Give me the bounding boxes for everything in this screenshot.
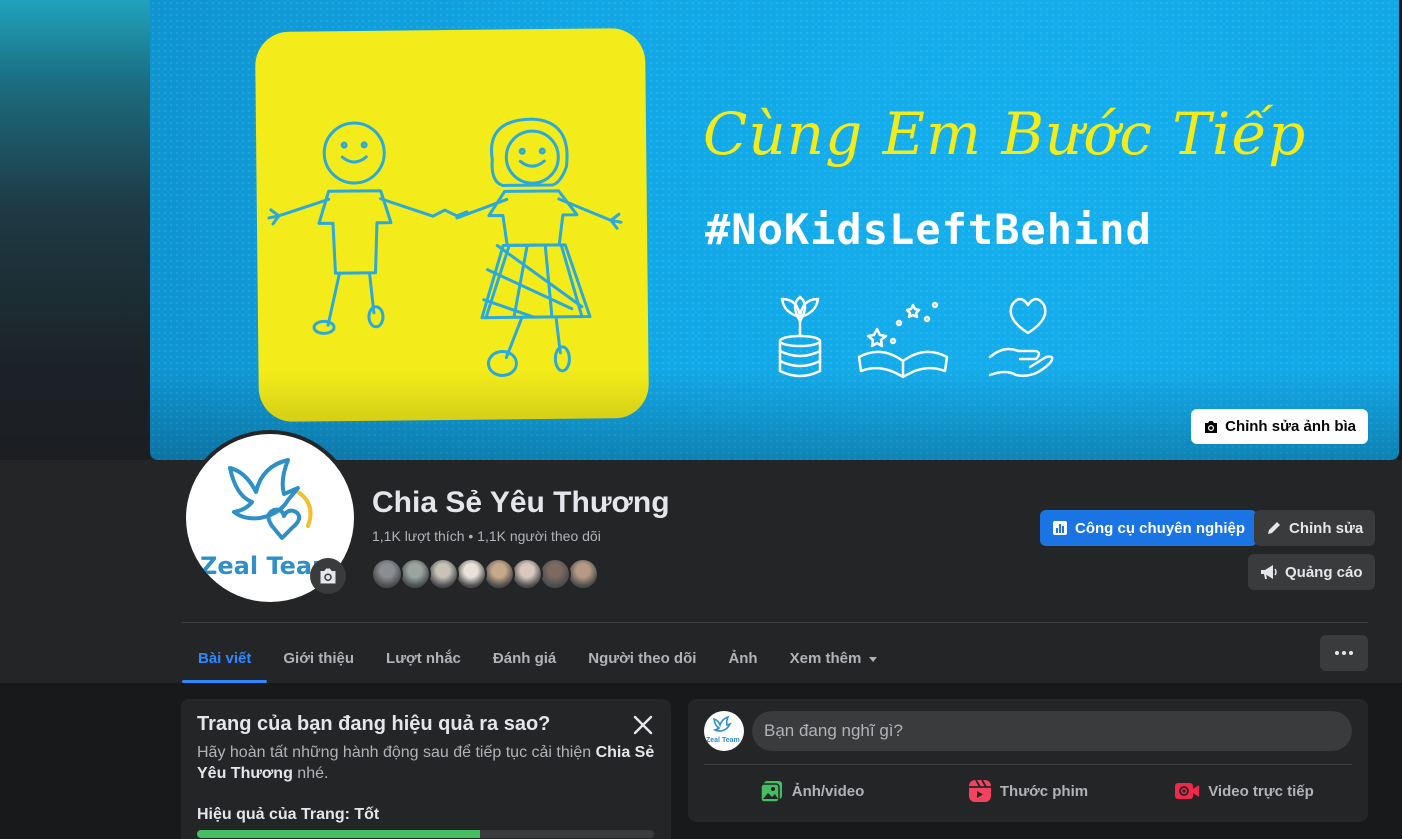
follower-avatar[interactable] bbox=[399, 558, 431, 590]
follower-avatar[interactable] bbox=[371, 558, 403, 590]
edit-cover-photo-label: Chỉnh sửa ảnh bìa bbox=[1225, 418, 1356, 435]
reels-button[interactable]: Thước phim bbox=[920, 771, 1136, 811]
tab-label: Ảnh bbox=[728, 650, 758, 667]
page-tabs: Bài viết Giới thiệu Lượt nhắc Đánh giá Người… bbox=[182, 634, 895, 683]
megaphone-icon bbox=[1261, 565, 1277, 579]
dove-heart-icon bbox=[712, 715, 732, 732]
performance-card-title: Trang của bạn đang hiệu quả ra sao? bbox=[197, 713, 551, 735]
live-video-label: Video trực tiếp bbox=[1208, 782, 1314, 800]
description-suffix: nhé. bbox=[292, 765, 329, 782]
advertise-label: Quảng cáo bbox=[1285, 563, 1363, 581]
tab-3[interactable]: Đánh giá bbox=[477, 634, 572, 683]
cover-hashtag: #NoKidsLeftBehind bbox=[705, 205, 1152, 254]
tab-0[interactable]: Bài viết bbox=[182, 634, 268, 683]
post-composer: Zeal Team Bạn đang nghĩ gì? Ảnh/video Th… bbox=[688, 699, 1368, 822]
page-title: Chia Sẻ Yêu Thương bbox=[372, 486, 670, 519]
whats-on-your-mind-input[interactable]: Bạn đang nghĩ gì? bbox=[752, 711, 1352, 751]
advertise-button[interactable]: Quảng cáo bbox=[1248, 554, 1375, 590]
tab-label: Bài viết bbox=[198, 650, 252, 667]
live-video-icon bbox=[1175, 783, 1200, 799]
tab-label: Xem thêm bbox=[789, 650, 862, 667]
follower-avatar[interactable] bbox=[483, 558, 515, 590]
edit-page-button[interactable]: Chỉnh sửa bbox=[1254, 510, 1376, 546]
tab-2[interactable]: Lượt nhắc bbox=[370, 634, 477, 683]
performance-status: Hiệu quả của Trang: Tốt bbox=[197, 806, 380, 823]
cover-photo[interactable]: Cùng Em Bước Tiếp #NoKidsLeftBehind Chỉn… bbox=[150, 0, 1399, 460]
composer-avatar[interactable]: Zeal Team bbox=[704, 711, 744, 751]
follower-avatar[interactable] bbox=[427, 558, 459, 590]
more-options-button[interactable] bbox=[1320, 635, 1368, 671]
professional-tools-label: Công cụ chuyên nghiệp bbox=[1075, 519, 1246, 537]
description-prefix: Hãy hoàn tất những hành động sau để tiếp… bbox=[197, 744, 596, 761]
professional-tools-button[interactable]: Công cụ chuyên nghiệp bbox=[1040, 510, 1258, 546]
close-icon[interactable] bbox=[631, 713, 655, 737]
camera-icon bbox=[1205, 420, 1218, 433]
photo-video-icon bbox=[759, 781, 782, 803]
composer-avatar-text: Zeal Team bbox=[706, 737, 740, 744]
page-like-follower-stats[interactable]: 1,1K lượt thích • 1,1K người theo dõi bbox=[372, 528, 601, 544]
follower-avatar[interactable] bbox=[511, 558, 543, 590]
reels-label: Thước phim bbox=[999, 782, 1089, 800]
tab-4[interactable]: Người theo dõi bbox=[572, 634, 712, 683]
tab-6[interactable]: Xem thêm bbox=[774, 634, 896, 683]
performance-card-description: Hãy hoàn tất những hành động sau để tiếp… bbox=[197, 742, 657, 784]
update-profile-picture-button[interactable] bbox=[310, 558, 346, 594]
pencil-icon bbox=[1268, 522, 1280, 534]
header-divider bbox=[182, 622, 1368, 623]
camera-icon bbox=[320, 568, 336, 584]
follower-avatar[interactable] bbox=[539, 558, 571, 590]
edit-page-label: Chỉnh sửa bbox=[1289, 519, 1364, 537]
edit-cover-photo-button[interactable]: Chỉnh sửa ảnh bìa bbox=[1191, 409, 1368, 444]
performance-progress-fill bbox=[197, 830, 481, 838]
cover-yellow-card bbox=[254, 27, 650, 423]
tab-1[interactable]: Giới thiệu bbox=[267, 634, 370, 683]
follower-avatar[interactable] bbox=[455, 558, 487, 590]
photo-video-label: Ảnh/video bbox=[791, 782, 865, 800]
cover-slogan: Cùng Em Bước Tiếp bbox=[703, 100, 1307, 168]
composer-divider bbox=[704, 764, 1352, 765]
composer-actions: Ảnh/video Thước phim Video trực tiếp bbox=[704, 771, 1352, 811]
tab-label: Giới thiệu bbox=[283, 650, 355, 667]
kids-drawing-icon bbox=[267, 117, 623, 377]
page-performance-card: Trang của bạn đang hiệu quả ra sao? Hãy … bbox=[181, 699, 671, 839]
live-video-button[interactable]: Video trực tiếp bbox=[1136, 771, 1352, 811]
performance-progress-bar bbox=[197, 830, 654, 838]
tab-label: Lượt nhắc bbox=[386, 650, 461, 667]
caret-down-icon bbox=[869, 656, 878, 662]
left-background-strip bbox=[0, 0, 150, 460]
follower-avatar[interactable] bbox=[567, 558, 599, 590]
bar-chart-icon bbox=[1053, 521, 1067, 535]
tab-label: Người theo dõi bbox=[588, 650, 697, 667]
reels-icon bbox=[968, 779, 991, 802]
follower-avatar-stack[interactable] bbox=[371, 558, 599, 590]
tab-label: Đánh giá bbox=[492, 650, 557, 667]
more-dots-icon bbox=[1335, 651, 1353, 655]
tab-5[interactable]: Ảnh bbox=[712, 634, 773, 683]
photo-video-button[interactable]: Ảnh/video bbox=[704, 771, 920, 811]
